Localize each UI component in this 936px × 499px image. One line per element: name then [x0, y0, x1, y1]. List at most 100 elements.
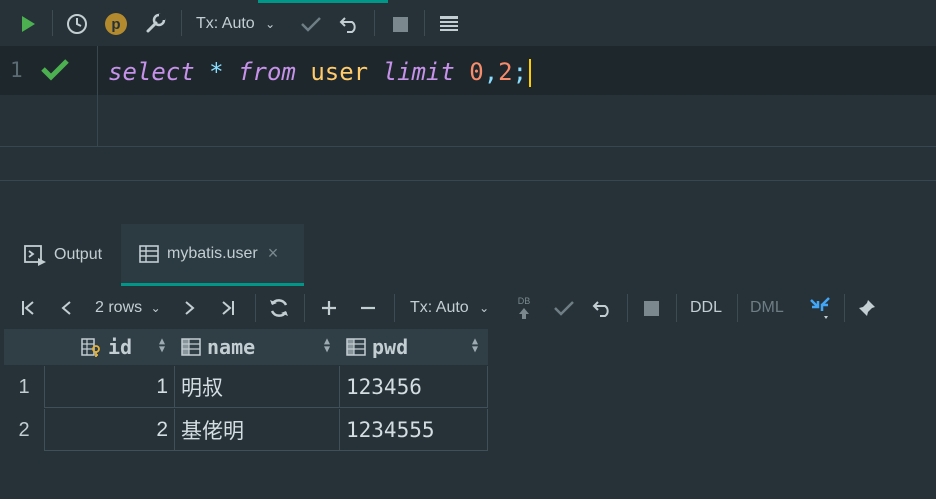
- first-page-icon: [22, 301, 34, 315]
- table-identifier: user: [310, 58, 369, 86]
- column-header-id[interactable]: id ▲ ▼: [44, 329, 175, 365]
- grid-list-icon: [440, 16, 458, 31]
- semicolon: ;: [512, 58, 528, 86]
- plus-icon: [322, 301, 336, 315]
- text-caret: [529, 59, 532, 87]
- next-page-button[interactable]: [178, 296, 202, 320]
- chevron-down-icon: ⌄: [265, 17, 276, 31]
- editor-toolbar: p Tx: Auto ⌄: [0, 0, 936, 46]
- operator-star: *: [209, 58, 224, 86]
- dml-button[interactable]: DML: [750, 299, 784, 317]
- row-number[interactable]: 2: [4, 409, 44, 451]
- checkmark-icon: [554, 301, 574, 316]
- chevron-left-icon: [61, 301, 71, 315]
- tab-output-label: Output: [54, 246, 103, 263]
- pin-icon: [859, 300, 875, 316]
- undo-icon: [339, 17, 356, 33]
- wrench-icon: [146, 13, 166, 33]
- refresh-icon: [270, 299, 288, 317]
- panel-splitter[interactable]: [0, 180, 936, 181]
- compare-button[interactable]: [806, 294, 834, 322]
- sql-editor[interactable]: 1 select * from user limit 0,2;: [0, 46, 936, 146]
- results-commit-button[interactable]: [551, 295, 577, 321]
- keyword-from: from: [238, 58, 296, 86]
- rollback-button[interactable]: [337, 11, 363, 37]
- cell-id[interactable]: 1: [44, 366, 175, 408]
- editor-border: [0, 146, 936, 147]
- tab-output[interactable]: Output: [14, 224, 118, 286]
- sort-icon[interactable]: ▲ ▼: [159, 337, 165, 355]
- last-page-button[interactable]: [216, 296, 240, 320]
- line-number: 1: [10, 58, 23, 82]
- column-header-label: name: [207, 335, 256, 359]
- result-grid: id ▲ ▼ name ▲ ▼ pwd ▲ ▼ 1 1 明叔 123456 2 2 基…: [4, 329, 488, 453]
- column-header-label: pwd: [372, 335, 409, 359]
- close-icon[interactable]: ×: [268, 243, 279, 264]
- chevron-right-icon: [185, 301, 195, 315]
- minus-icon: [361, 306, 375, 310]
- comma: ,: [483, 58, 499, 86]
- row-number[interactable]: 1: [4, 366, 44, 408]
- checkmark-icon: [301, 17, 321, 32]
- last-page-icon: [222, 301, 234, 315]
- column-header-name[interactable]: name ▲ ▼: [175, 329, 340, 365]
- results-tx-mode-dropdown[interactable]: Tx: Auto ⌄: [410, 299, 489, 317]
- stop-icon: [392, 16, 408, 32]
- submit-db-button[interactable]: DB: [512, 292, 536, 324]
- chevron-down-icon: ⌄: [479, 301, 490, 315]
- results-rollback-button[interactable]: [590, 295, 616, 321]
- console-icon: [24, 245, 46, 266]
- toolbar-divider: [374, 10, 375, 36]
- toolbar-divider: [52, 10, 53, 36]
- results-stop-button[interactable]: [638, 295, 664, 321]
- toolbar-divider: [255, 294, 256, 322]
- toolbar-divider: [737, 294, 738, 322]
- cell-pwd[interactable]: 123456: [340, 366, 488, 408]
- cell-id[interactable]: 2: [44, 409, 175, 451]
- ddl-button[interactable]: DDL: [690, 299, 722, 317]
- stop-button[interactable]: [387, 11, 413, 37]
- pin-tab-button[interactable]: [854, 295, 880, 321]
- arrow-up-icon: [519, 308, 529, 319]
- first-page-button[interactable]: [16, 296, 40, 320]
- tab-mybatis-user[interactable]: mybatis.user ×: [121, 224, 304, 286]
- delete-row-button[interactable]: [355, 295, 381, 321]
- profile-button[interactable]: p: [103, 11, 129, 37]
- column-header-pwd[interactable]: pwd ▲ ▼: [340, 329, 488, 365]
- settings-button[interactable]: [142, 11, 168, 37]
- table-view-button[interactable]: [436, 11, 462, 37]
- cell-pwd[interactable]: 1234555: [340, 409, 488, 451]
- p-badge-icon: p: [105, 13, 127, 35]
- page-size-dropdown[interactable]: 2 rows ⌄: [95, 299, 161, 317]
- toolbar-divider: [424, 10, 425, 36]
- tab-result-label: mybatis.user: [167, 244, 258, 262]
- execution-success-icon: [40, 57, 70, 86]
- toolbar-divider: [181, 10, 182, 36]
- history-button[interactable]: [64, 11, 90, 37]
- toolbar-divider: [627, 294, 628, 322]
- previous-page-button[interactable]: [54, 296, 78, 320]
- toolbar-divider: [676, 294, 677, 322]
- cell-name[interactable]: 基佬明: [175, 409, 340, 451]
- sort-icon[interactable]: ▲ ▼: [324, 337, 330, 355]
- db-label: DB: [517, 296, 531, 306]
- toolbar-divider: [844, 294, 845, 322]
- undo-icon: [592, 301, 609, 317]
- sort-icon[interactable]: ▲ ▼: [472, 337, 478, 355]
- cell-name[interactable]: 明叔: [175, 366, 340, 408]
- code-line[interactable]: select * from user limit 0,2;: [108, 58, 532, 87]
- results-toolbar: 2 rows ⌄ Tx: Auto ⌄ DB DDL DML: [0, 288, 936, 328]
- run-button[interactable]: [16, 12, 40, 36]
- stop-icon: [643, 300, 659, 316]
- commit-button[interactable]: [298, 11, 324, 37]
- refresh-button[interactable]: [266, 295, 292, 321]
- chevron-down-icon: ⌄: [150, 301, 161, 315]
- limit-count: 2: [498, 58, 513, 86]
- rows-count-label: 2 rows: [95, 299, 143, 316]
- tx-mode-label: Tx: Auto: [410, 299, 469, 316]
- limit-offset: 0: [469, 58, 484, 86]
- toolbar-divider: [304, 294, 305, 322]
- column-header-label: id: [108, 335, 133, 359]
- tx-mode-dropdown[interactable]: Tx: Auto ⌄: [196, 15, 275, 33]
- add-row-button[interactable]: [316, 295, 342, 321]
